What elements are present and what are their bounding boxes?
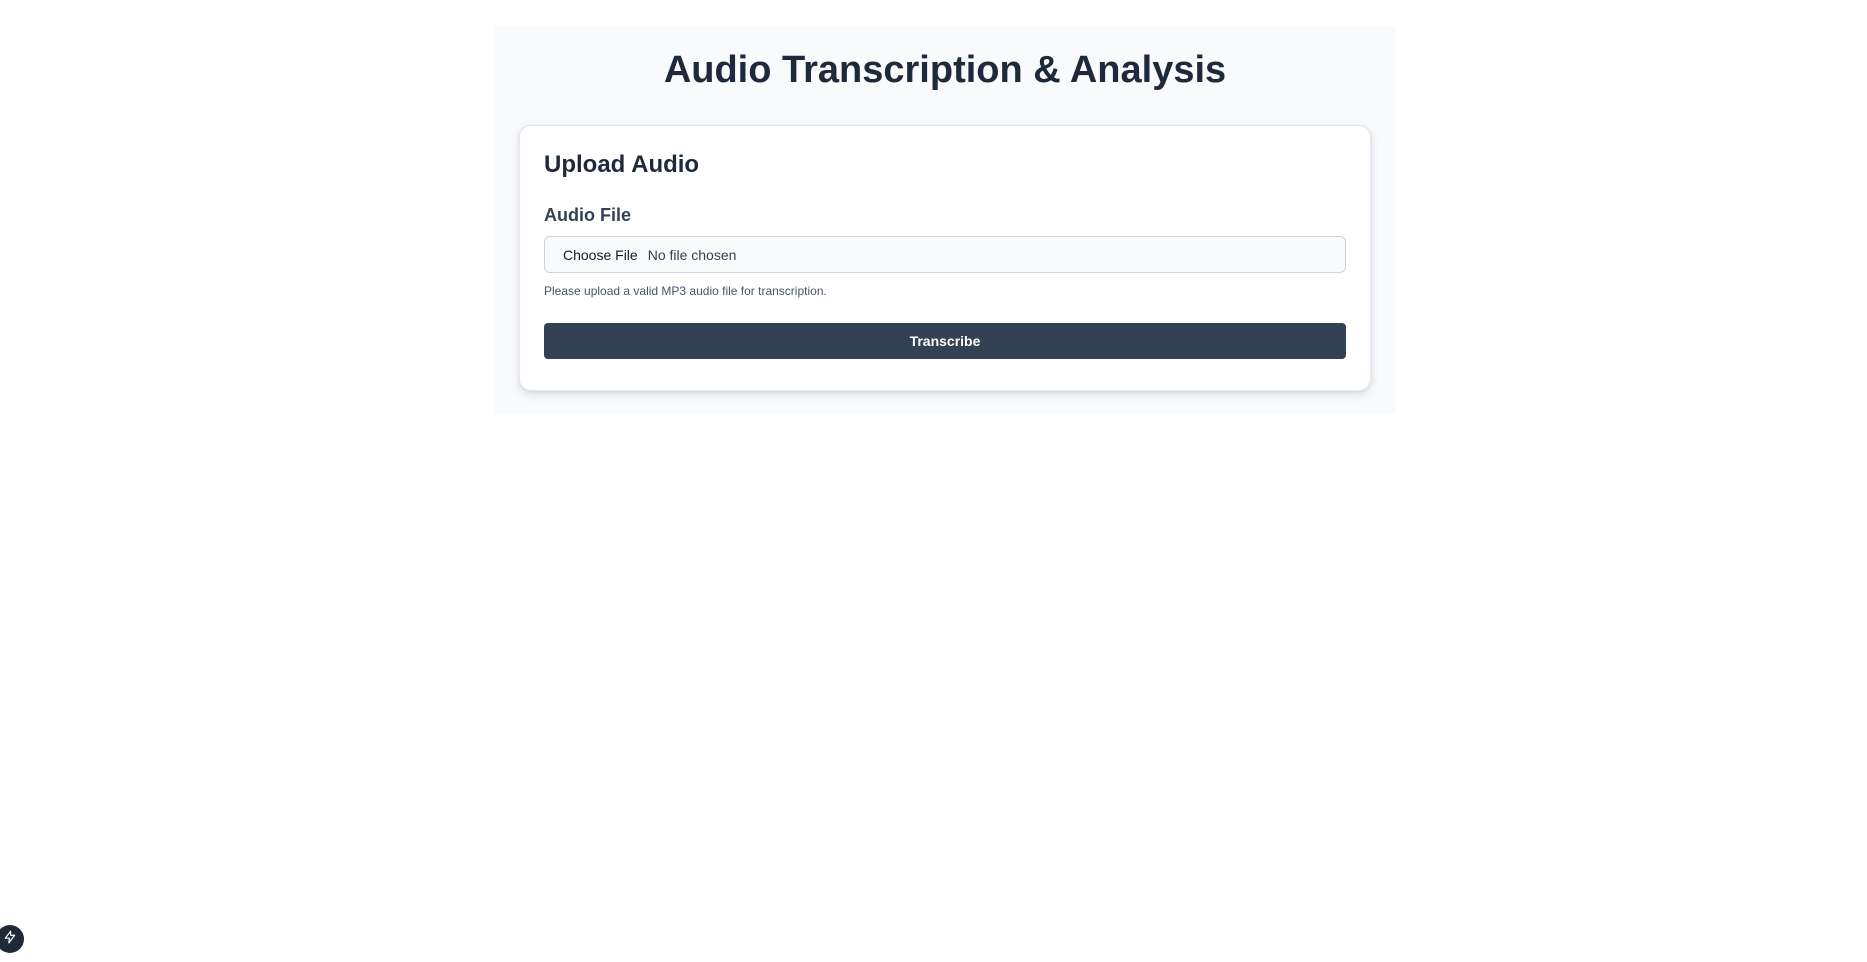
choose-file-button[interactable]: Choose File: [563, 247, 638, 263]
dev-tools-badge[interactable]: [0, 925, 24, 953]
upload-card: Upload Audio Audio File Choose File No f…: [519, 125, 1371, 391]
audio-file-label: Audio File: [544, 205, 631, 225]
page-title: Audio Transcription & Analysis: [663, 49, 1227, 91]
lightning-bolt-icon: [3, 930, 17, 949]
help-text: Please upload a valid MP3 audio file for…: [544, 284, 827, 298]
transcribe-button[interactable]: Transcribe: [544, 323, 1346, 359]
file-status-text: No file chosen: [647, 246, 737, 263]
main-container: Audio Transcription & Analysis Upload Au…: [494, 26, 1396, 414]
card-title: Upload Audio: [544, 151, 700, 178]
audio-file-input[interactable]: Choose File No file chosen: [544, 236, 1346, 273]
